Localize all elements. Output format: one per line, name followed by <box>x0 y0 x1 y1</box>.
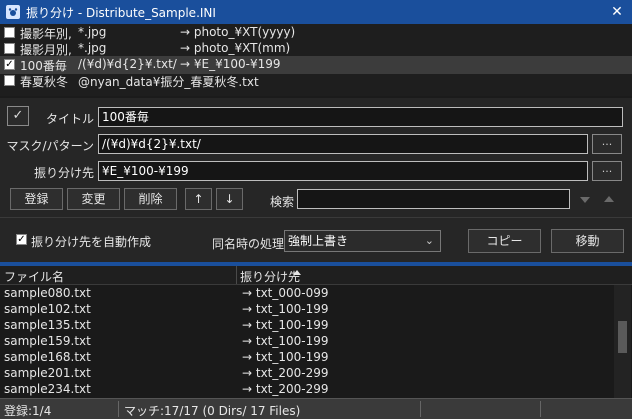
dest-field[interactable]: ¥E_¥100-¥199 <box>98 161 588 181</box>
column-header-filename[interactable]: ファイル名 <box>4 268 64 285</box>
rule-mask: /(¥d)¥d{2}¥.txt/ <box>78 57 177 71</box>
enable-rule-check[interactable]: ✓ <box>7 106 29 126</box>
column-header-dest[interactable]: 振り分け先 <box>240 268 300 285</box>
row-dest: → txt_200-299 <box>242 382 329 396</box>
same-name-label: 同名時の処理 <box>212 237 285 251</box>
rule-checkbox[interactable] <box>4 75 15 86</box>
auto-create-checkbox[interactable]: ✓ <box>16 234 27 245</box>
list-item[interactable]: sample168.txt → txt_100-199 <box>0 350 614 366</box>
form-divider <box>0 217 632 218</box>
rule-dest: → photo_¥XT(yyyy) <box>180 25 296 39</box>
row-filename: sample201.txt <box>4 366 91 380</box>
rule-item[interactable]: 春夏秋冬 @nyan_data¥振分_春夏秋冬.txt <box>0 72 632 90</box>
title-bar: 振り分け - Distribute_Sample.INI ✕ <box>0 0 632 24</box>
dest-label: 振り分け先 <box>33 166 94 180</box>
mask-field[interactable]: /(¥d)¥d{2}¥.txt/ <box>98 134 588 154</box>
sort-asc-icon <box>293 270 301 275</box>
move-down-button[interactable]: ↓ <box>216 188 243 210</box>
rule-dest: → photo_¥XT(mm) <box>180 41 291 55</box>
window-title: 振り分け - Distribute_Sample.INI <box>26 5 216 20</box>
row-dest: → txt_100-199 <box>242 350 329 364</box>
status-match: マッチ:17/17 (0 Dirs/ 17 Files) <box>124 404 301 418</box>
row-dest: → txt_100-199 <box>242 302 329 316</box>
row-dest: → txt_200-299 <box>242 366 329 380</box>
search-label: 検索 <box>269 195 294 209</box>
same-name-value: 強制上書き <box>288 234 349 248</box>
list-item[interactable]: sample159.txt → txt_100-199 <box>0 334 614 350</box>
rule-checkbox[interactable]: ✓ <box>4 59 15 70</box>
title-field[interactable]: 100番毎 <box>98 107 623 127</box>
copy-button[interactable]: コピー <box>468 229 541 253</box>
delete-button[interactable]: 削除 <box>124 188 177 210</box>
list-item[interactable]: sample080.txt → txt_000-099 <box>0 286 614 302</box>
mask-browse-button[interactable]: ... <box>592 134 622 154</box>
rule-mask: *.jpg <box>78 25 107 39</box>
status-registered: 登録:1/4 <box>4 404 52 418</box>
row-dest: → txt_100-199 <box>242 334 329 348</box>
search-input[interactable] <box>297 189 570 209</box>
move-button[interactable]: 移動 <box>551 229 624 253</box>
rule-mask: *.jpg <box>78 41 107 55</box>
same-name-select[interactable]: 強制上書き ⌄ <box>284 230 441 252</box>
file-list-scrollbar[interactable] <box>614 285 631 398</box>
list-item[interactable]: sample135.txt → txt_100-199 <box>0 318 614 334</box>
row-filename: sample168.txt <box>4 350 91 364</box>
file-list-header: ファイル名 振り分け先 <box>0 266 632 285</box>
dest-browse-button[interactable]: ... <box>592 161 622 181</box>
list-item[interactable]: sample102.txt → txt_100-199 <box>0 302 614 318</box>
title-label: タイトル <box>45 112 94 126</box>
row-dest: → txt_100-199 <box>242 318 329 332</box>
close-icon[interactable]: ✕ <box>602 0 632 24</box>
row-dest: → txt_000-099 <box>242 286 329 300</box>
register-button[interactable]: 登録 <box>10 188 63 210</box>
search-next-icon[interactable] <box>580 197 590 203</box>
list-item[interactable]: sample201.txt → txt_200-299 <box>0 366 614 382</box>
rule-dest: → ¥E_¥100-¥199 <box>180 57 281 71</box>
list-item[interactable]: sample234.txt → txt_200-299 <box>0 382 614 398</box>
rule-checkbox[interactable] <box>4 27 15 38</box>
row-filename: sample080.txt <box>4 286 91 300</box>
status-bar: 登録:1/4 マッチ:17/17 (0 Dirs/ 17 Files) <box>0 398 632 419</box>
chevron-down-icon: ⌄ <box>424 234 434 247</box>
rule-checkbox[interactable] <box>4 43 15 54</box>
scrollbar-thumb[interactable] <box>618 321 627 353</box>
change-button[interactable]: 変更 <box>67 188 120 210</box>
auto-create-label: 振り分け先を自動作成 <box>31 235 152 249</box>
app-icon <box>6 5 20 19</box>
row-filename: sample135.txt <box>4 318 91 332</box>
mask-label: マスク/パターン <box>6 139 94 153</box>
row-filename: sample102.txt <box>4 302 91 316</box>
rule-list: 撮影年別, *.jpg → photo_¥XT(yyyy) 撮影月別, *.jp… <box>0 24 632 96</box>
rule-mask: @nyan_data¥振分_春夏秋冬.txt <box>78 75 259 89</box>
file-list: ファイル名 振り分け先 sample080.txt → txt_000-099 … <box>0 266 632 398</box>
move-up-button[interactable]: ↑ <box>185 188 212 210</box>
row-filename: sample159.txt <box>4 334 91 348</box>
search-prev-icon[interactable] <box>604 196 614 202</box>
row-filename: sample234.txt <box>4 382 91 396</box>
rule-title: 春夏秋冬 <box>20 75 69 89</box>
